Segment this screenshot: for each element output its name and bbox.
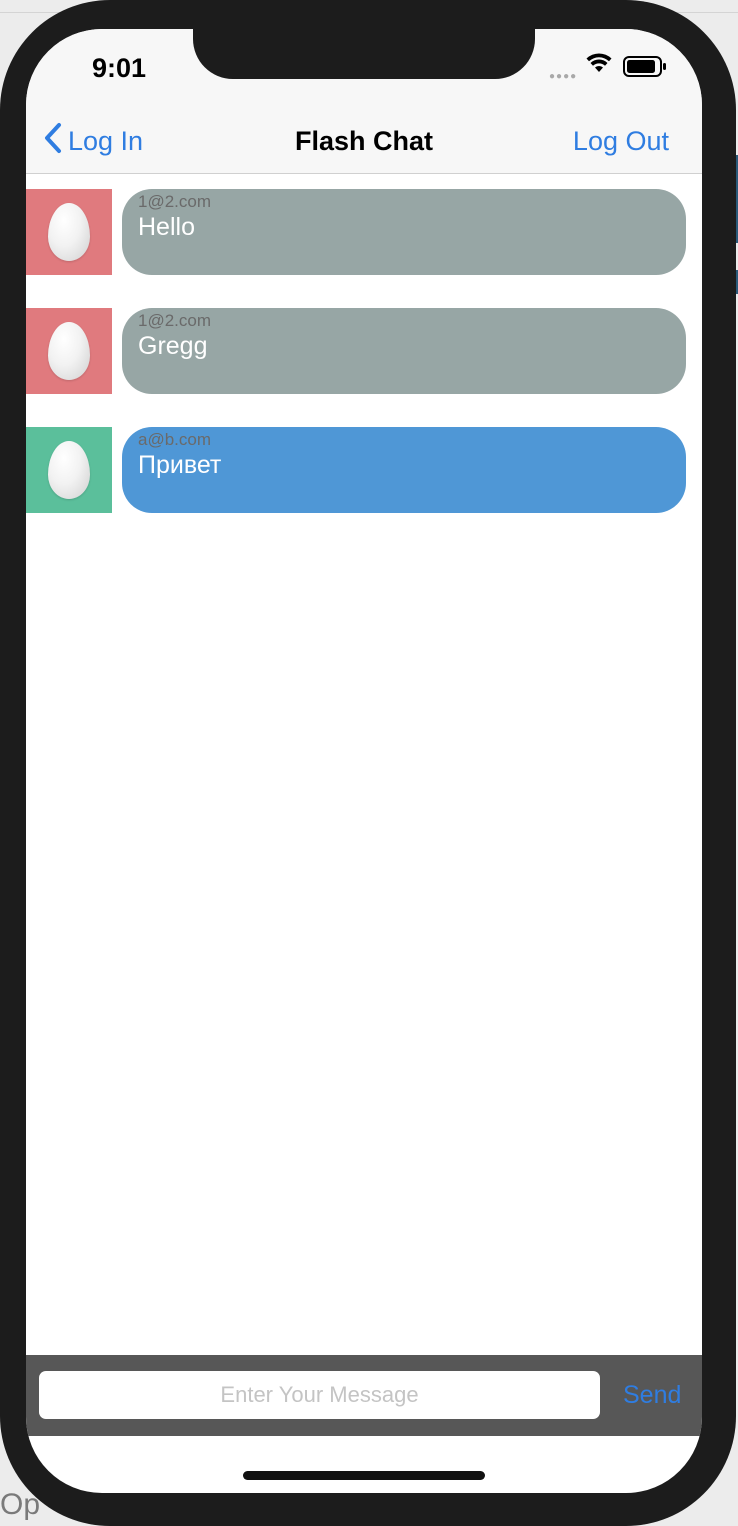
navigation-bar: Log In Flash Chat Log Out (26, 109, 702, 174)
message-sender: 1@2.com (138, 311, 212, 330)
iphone-device-frame: 9:01 ●●●● Log In Flash Chat Log Out 1@2.… (0, 0, 736, 1526)
message-sender: a@b.com (138, 430, 212, 449)
avatar (26, 189, 112, 275)
message-bubble[interactable]: 1@2.com Hello (122, 189, 686, 275)
cellular-signal-icon: ●●●● (549, 71, 578, 82)
home-indicator[interactable] (243, 1471, 485, 1480)
egg-avatar-icon (48, 203, 90, 261)
message-text: Hello (138, 213, 195, 241)
message-bubble[interactable]: a@b.com Привет (122, 427, 686, 513)
message-composer: Send (26, 1355, 702, 1436)
avatar (26, 308, 112, 394)
battery-icon (623, 56, 667, 83)
avatar (26, 427, 112, 513)
device-notch (193, 29, 535, 79)
message-row[interactable]: a@b.com Привет (26, 427, 702, 513)
log-out-button[interactable]: Log Out (573, 121, 669, 161)
send-button[interactable]: Send (623, 1373, 681, 1417)
status-time: 9:01 (92, 53, 147, 83)
message-bubble[interactable]: 1@2.com Gregg (122, 308, 686, 394)
egg-avatar-icon (48, 322, 90, 380)
egg-avatar-icon (48, 441, 90, 499)
wifi-icon (586, 53, 612, 78)
message-text: Gregg (138, 332, 208, 360)
message-text: Привет (138, 451, 222, 479)
message-sender: 1@2.com (138, 192, 212, 211)
message-row[interactable]: 1@2.com Gregg (26, 308, 702, 394)
message-input[interactable] (39, 1371, 600, 1419)
message-row[interactable]: 1@2.com Hello (26, 189, 702, 275)
app-screen: 9:01 ●●●● Log In Flash Chat Log Out 1@2.… (26, 29, 702, 1493)
